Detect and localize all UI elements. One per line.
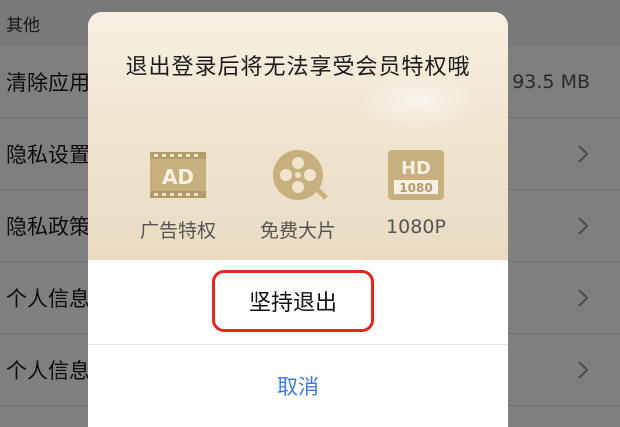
svg-text:AD: AD [162,165,194,189]
perk-1080p: HD 1080 1080P [356,148,476,238]
confirm-row: 坚持退出 [88,260,508,345]
confirm-logout-button[interactable]: 坚持退出 [212,270,374,332]
dialog-title: 退出登录后将无法享受会员特权哦 [125,55,471,80]
perk-label: 广告特权 [139,220,216,242]
svg-text:HD: HD [401,158,431,179]
svg-text:1080: 1080 [399,181,432,195]
ad-icon: AD [150,152,206,198]
perk-ad-privilege: AD 广告特权 [118,148,238,243]
film-reel-icon [273,150,328,200]
logout-dialog: 退出登录后将无法享受会员特权哦 AD 广告特权 免费大片 HD 1080 108… [88,12,508,427]
hd-1080-icon: HD 1080 [388,150,444,200]
perk-free-movies: 免费大片 [238,148,358,243]
dialog-header-panel: 退出登录后将无法享受会员特权哦 AD 广告特权 免费大片 HD 1080 108… [88,12,508,260]
perk-label: 免费大片 [259,220,336,242]
cancel-button[interactable]: 取消 [88,345,508,427]
perk-label: 1080P [386,216,446,238]
